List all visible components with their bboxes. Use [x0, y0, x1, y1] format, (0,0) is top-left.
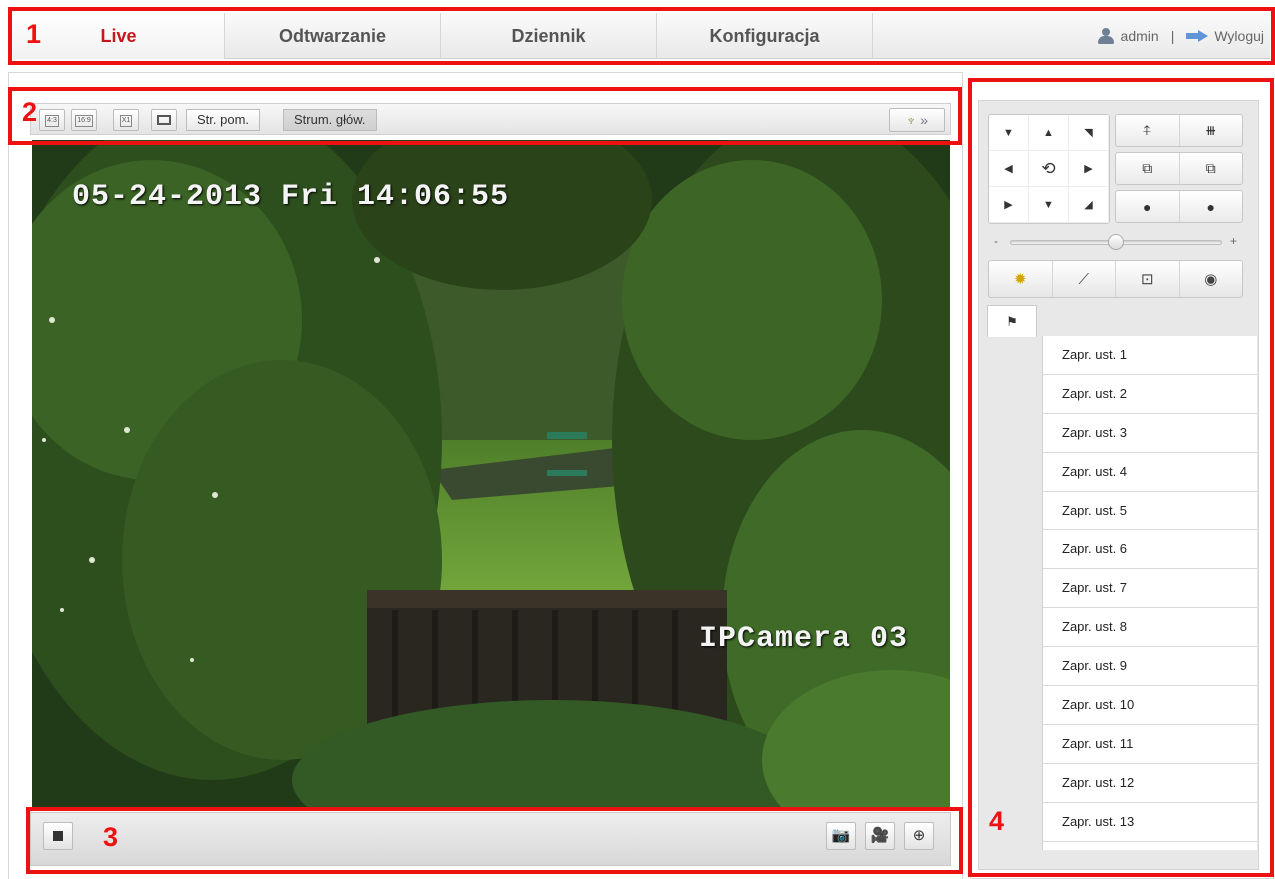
preset-item[interactable]: Zapr. ust. 13 [1043, 803, 1257, 842]
zoom-in-icon: ⧻ [1204, 122, 1217, 138]
camera-name-overlay: IPCamera 03 [699, 622, 909, 656]
preset-list: Zapr. ust. 1 Zapr. ust. 2 Zapr. ust. 3 Zapr… [1042, 336, 1257, 850]
pan-right-button[interactable]: ▶ [1069, 151, 1109, 187]
annotation-label-1: 1 [26, 19, 42, 49]
camera-icon: 📷 [831, 827, 851, 844]
tab-playback[interactable]: Odtwarzanie [225, 13, 441, 59]
light-button[interactable]: ✹ [989, 261, 1052, 297]
speed-minus: - [994, 234, 998, 248]
preset-item[interactable]: Zapr. ust. 2 [1043, 375, 1257, 414]
camera-scene [32, 140, 950, 807]
digital-zoom-button[interactable]: ⊕ [904, 822, 934, 850]
ratio-original-button[interactable]: X1 [113, 109, 139, 131]
focus-far-icon: ⧉ [1205, 160, 1216, 176]
preset-item[interactable]: Zapr. ust. 6 [1043, 530, 1257, 570]
wiper-button[interactable]: ⟋ [1051, 261, 1116, 297]
preset-item[interactable]: Zapr. ust. 7 [1043, 569, 1257, 609]
zoom-in-button[interactable]: ⧻ [1178, 115, 1243, 146]
sub-stream-button[interactable]: Str. pom. [186, 109, 261, 131]
preset-item[interactable]: Zapr. ust. 3 [1043, 414, 1257, 453]
video-record-icon: 🎥 [870, 827, 890, 844]
zoom-controls: ⍏ ⧻ [1115, 114, 1243, 147]
speed-plus: + [1230, 234, 1238, 248]
preset-item[interactable]: Zapr. ust. 4 [1043, 453, 1257, 492]
user-area: admin | Wyloguj [1097, 13, 1264, 59]
stop-icon [53, 831, 63, 842]
view-toolbar: 4:3 16:9 X1 Str. pom. Strum. głów. ♆ » [30, 103, 951, 135]
pan-up-left-button[interactable]: ▼ [989, 115, 1029, 151]
live-video[interactable]: 05-24-2013 Fri 14:06:55 IPCamera 03 [32, 140, 950, 807]
wiper-icon: ⟋ [1078, 270, 1089, 288]
ratio-16-9-button[interactable]: 16:9 [71, 109, 97, 131]
tab-log[interactable]: Dziennik [441, 13, 657, 59]
annotation-label-3: 3 [103, 822, 119, 852]
zoom-out-icon: ⍏ [1143, 122, 1152, 138]
preset-item[interactable]: Zapr. ust. 12 [1043, 764, 1257, 803]
aux-focus-button[interactable]: ⊡ [1115, 261, 1179, 297]
lens-init-icon: ◉ [1204, 271, 1218, 288]
pan-up-button[interactable]: ▲ [1029, 115, 1069, 151]
light-icon: ✹ [1013, 271, 1027, 288]
auto-scan-button[interactable]: ⟲ [1029, 151, 1069, 187]
pan-down-left-button[interactable]: ▶ [989, 187, 1029, 223]
focus-controls: ⧉ ⧉ [1115, 152, 1243, 185]
pan-left-button[interactable]: ◀ [989, 151, 1029, 187]
preset-item[interactable]: Zapr. ust. 11 [1043, 725, 1257, 764]
zoom-out-button[interactable]: ⍏ [1116, 115, 1179, 146]
ratio-4-3-button[interactable]: 4:3 [39, 109, 65, 131]
lens-init-button[interactable]: ◉ [1178, 261, 1243, 297]
preset-item[interactable]: Zapr. ust. 8 [1043, 608, 1257, 648]
top-navigation: Live Odtwarzanie Dziennik Konfiguracja a… [13, 13, 1270, 59]
user-icon [1097, 28, 1115, 44]
focus-near-icon: ⧉ [1142, 160, 1153, 176]
annotation-label-4: 4 [989, 806, 1005, 836]
iris-open-button[interactable]: ● [1116, 191, 1179, 222]
bench-icon [547, 432, 587, 439]
focus-near-button[interactable]: ⧉ [1116, 153, 1179, 184]
preset-item[interactable]: Zapr. ust. 5 [1043, 492, 1257, 531]
user-separator: | [1170, 28, 1175, 44]
zoom-in-icon: ⊕ [912, 827, 926, 844]
fit-window-button[interactable] [151, 109, 177, 131]
iris-close-icon: ● [1206, 198, 1215, 215]
page-root: Live Odtwarzanie Dziennik Konfiguracja a… [0, 0, 1275, 879]
username: admin [1120, 28, 1159, 44]
main-stream-button[interactable]: Strum. głów. [283, 109, 377, 131]
ptz-panel-toggle[interactable]: ♆ » [889, 108, 945, 132]
ptz-direction-pad: ▼ ▲ ◥ ◀ ⟲ ▶ ▶ ▼ ◢ [988, 114, 1110, 224]
aux-focus-icon: ⊡ [1140, 271, 1154, 288]
ptz-icon: ♆ [905, 112, 917, 128]
logout-icon[interactable] [1186, 30, 1209, 42]
pan-down-button[interactable]: ▼ [1029, 187, 1069, 223]
timestamp-overlay: 05-24-2013 Fri 14:06:55 [72, 180, 510, 214]
ptz-speed-slider[interactable]: - + [990, 234, 1242, 250]
iris-open-icon: ● [1143, 198, 1152, 215]
preset-tab[interactable]: ⚑ [987, 305, 1037, 337]
annotation-label-2: 2 [22, 97, 38, 127]
record-button[interactable]: 🎥 [865, 822, 895, 850]
pan-down-right-button[interactable]: ◢ [1069, 187, 1109, 223]
focus-far-button[interactable]: ⧉ [1178, 153, 1243, 184]
fit-window-icon [157, 114, 171, 125]
stop-live-button[interactable] [43, 822, 73, 850]
logout-link[interactable]: Wyloguj [1214, 13, 1264, 59]
pan-up-right-button[interactable]: ◥ [1069, 115, 1109, 151]
iris-controls: ● ● [1115, 190, 1243, 223]
preset-item[interactable]: Zapr. ust. 1 [1043, 336, 1257, 375]
iris-close-button[interactable]: ● [1178, 191, 1243, 222]
preset-flag-icon: ⚑ [1006, 313, 1018, 329]
tab-live[interactable]: Live [13, 13, 225, 59]
preset-item[interactable]: Zapr. ust. 10 [1043, 686, 1257, 725]
playback-control-bar: 📷 🎥 ⊕ [30, 812, 951, 866]
speed-knob[interactable] [1108, 234, 1124, 250]
preset-item[interactable]: Zapr. ust. 9 [1043, 647, 1257, 687]
tab-configuration[interactable]: Konfiguracja [657, 13, 873, 59]
ptz-function-bar: ✹ ⟋ ⊡ ◉ [988, 260, 1243, 298]
capture-button[interactable]: 📷 [826, 822, 856, 850]
